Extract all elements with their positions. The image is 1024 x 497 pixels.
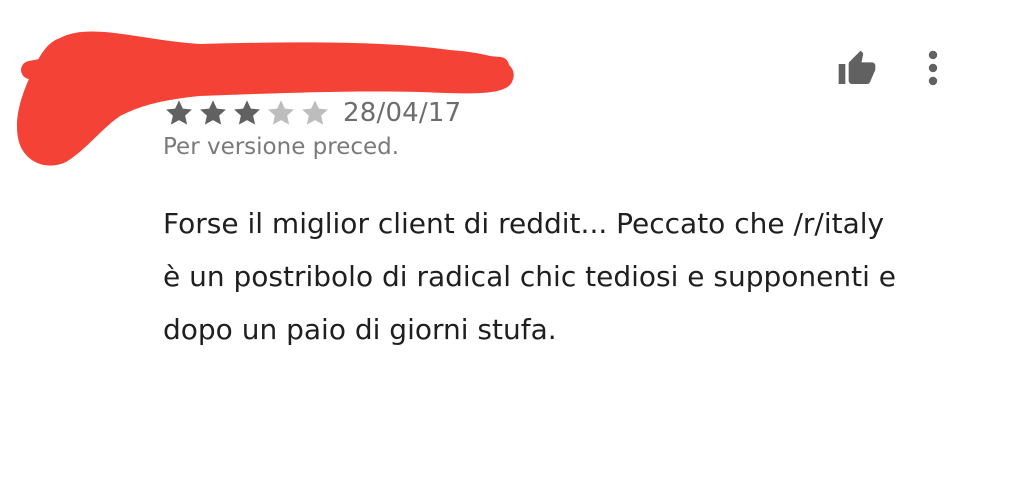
star-empty-icon — [268, 100, 294, 125]
star-filled-icon — [166, 100, 192, 125]
rating-row: 28/04/17 — [163, 96, 461, 130]
review-date: 28/04/17 — [343, 98, 462, 128]
review-card: 28/04/17 Per versione preced. Forse il m… — [0, 0, 1024, 497]
version-note: Per versione preced. — [163, 134, 400, 160]
review-text-line: è un postribolo di radical chic tediosi … — [163, 260, 897, 293]
star-filled-icon — [234, 100, 260, 125]
review-text: Forse il miglior client di reddit... Pec… — [163, 197, 963, 356]
star-filled-icon — [200, 100, 226, 125]
star-empty-icon — [302, 100, 328, 125]
more-options-button[interactable] — [913, 44, 953, 92]
review-text-line: Forse il miglior client di reddit... Pec… — [163, 207, 885, 240]
helpful-button[interactable] — [832, 46, 882, 92]
more-vert-icon — [928, 50, 938, 86]
thumbs-up-icon — [838, 50, 876, 84]
star-rating — [163, 97, 331, 129]
review-text-line: dopo un paio di giorni stufa. — [163, 313, 557, 346]
